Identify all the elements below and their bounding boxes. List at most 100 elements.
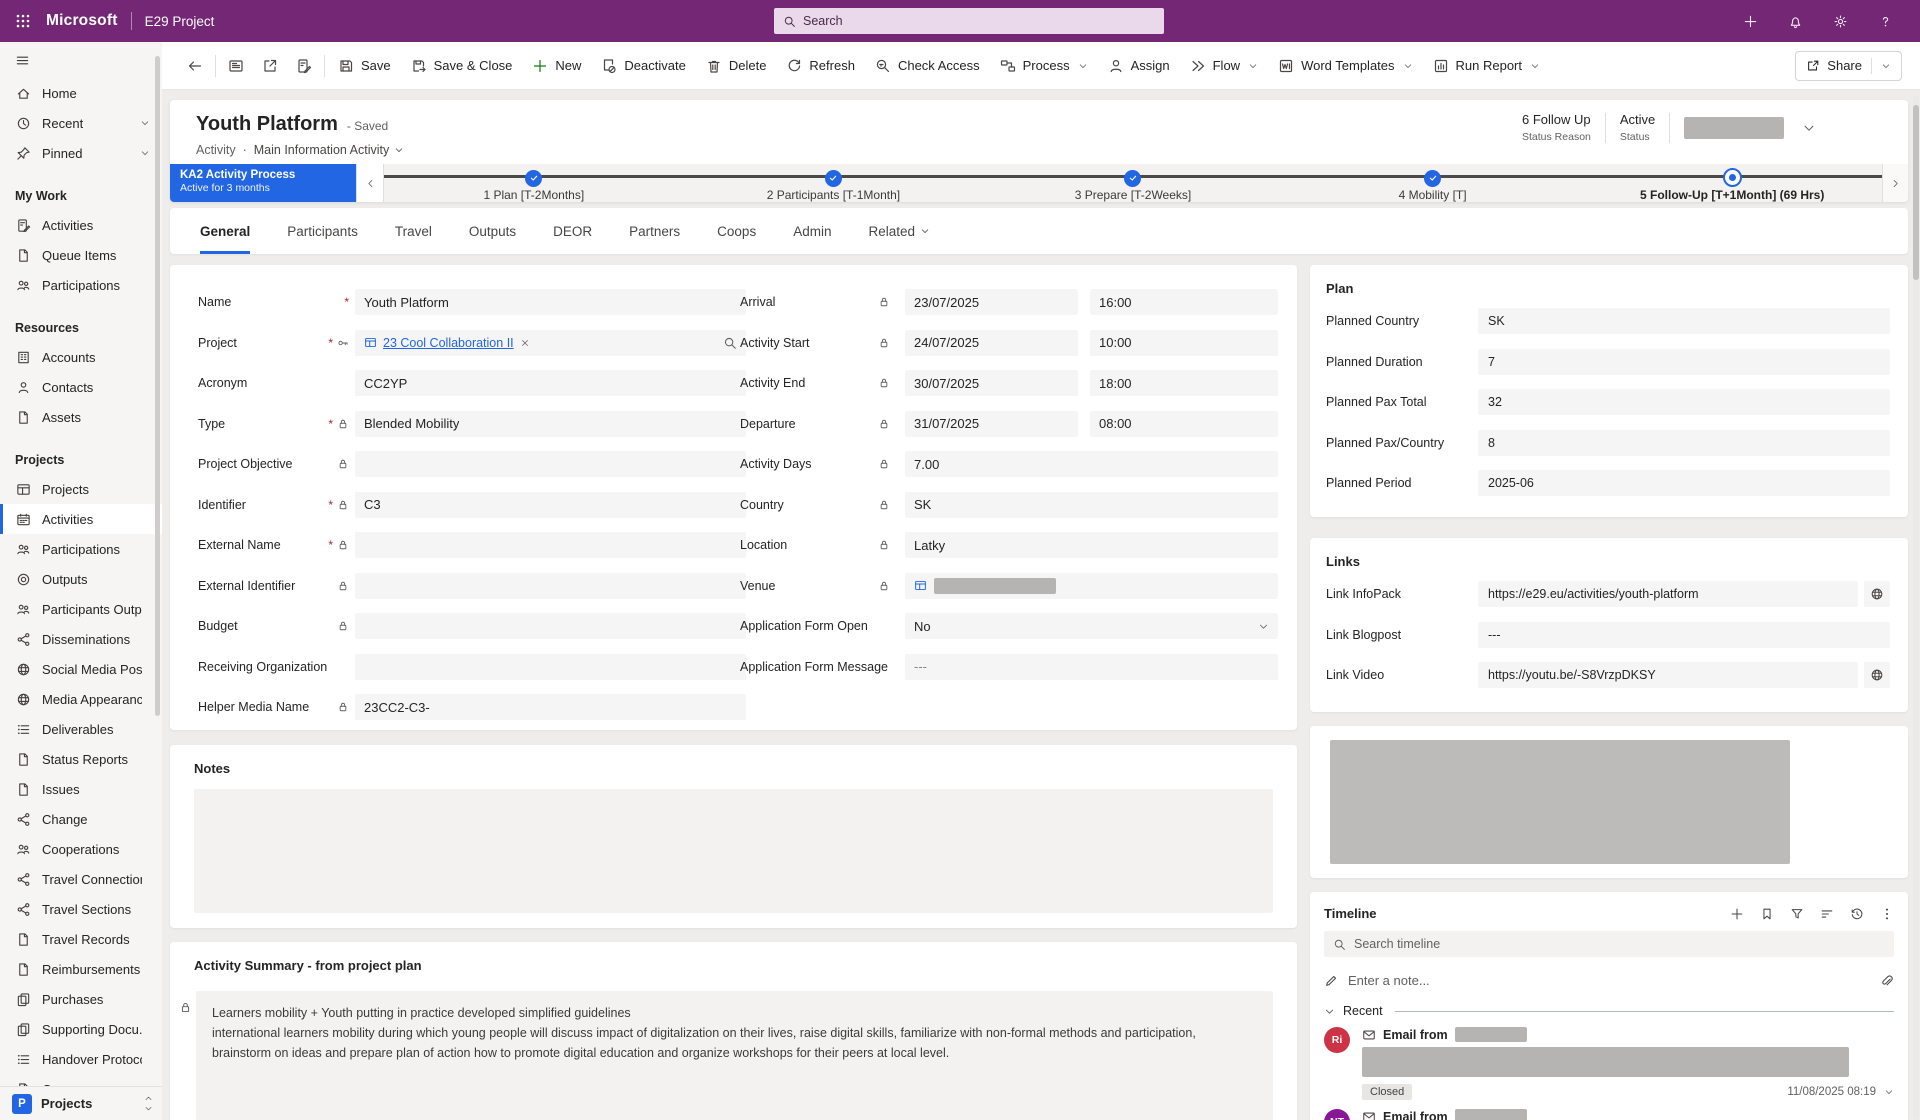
command-button[interactable]: Save: [328, 49, 401, 83]
sidebar-item[interactable]: Status Reports: [0, 744, 162, 774]
sidebar-item[interactable]: Disseminations: [0, 624, 162, 654]
sidebar-item[interactable]: Participants Outp...: [0, 594, 162, 624]
sidebar-item[interactable]: Issues: [0, 774, 162, 804]
tab[interactable]: Related: [868, 208, 930, 254]
timeline-refresh-button[interactable]: [1850, 907, 1864, 921]
sidebar-item[interactable]: Queue Items: [0, 240, 162, 270]
time-input[interactable]: 08:00: [1090, 411, 1278, 437]
tab[interactable]: Travel: [395, 208, 432, 254]
sidebar-item[interactable]: Recent: [0, 108, 162, 138]
sidebar-item[interactable]: Outputs: [0, 564, 162, 594]
sidebar-item[interactable]: Travel Connections: [0, 864, 162, 894]
tab[interactable]: Partners: [629, 208, 680, 254]
field-input[interactable]: ---: [905, 654, 1278, 680]
bpf-stage[interactable]: 4 Mobility [T]: [1283, 164, 1583, 202]
text-input[interactable]: 7: [1478, 349, 1890, 375]
text-input[interactable]: 23 Cool Collaboration II: [355, 330, 746, 356]
sidebar-item[interactable]: Deliverables: [0, 714, 162, 744]
date-input[interactable]: 24/07/2025: [905, 330, 1078, 356]
sidebar-item[interactable]: Cooperations: [0, 834, 162, 864]
sidebar-item[interactable]: Social Media Posts: [0, 654, 162, 684]
sidebar-item[interactable]: Change: [0, 804, 162, 834]
open-link-button[interactable]: [1864, 581, 1890, 607]
chevron-down-icon[interactable]: [140, 118, 150, 128]
sidebar-item[interactable]: Projects: [0, 474, 162, 504]
chevron-down-icon[interactable]: [140, 148, 150, 158]
timeline-note-input[interactable]: Enter a note...: [1324, 969, 1894, 992]
sidebar-item[interactable]: Media Appearances: [0, 684, 162, 714]
url-input[interactable]: ---: [1478, 622, 1890, 648]
sidebar-item[interactable]: Supporting Docu...: [0, 1014, 162, 1044]
chevron-down-icon[interactable]: [1884, 1087, 1894, 1097]
tab[interactable]: Coops: [717, 208, 756, 254]
tab[interactable]: DEOR: [553, 208, 592, 254]
text-input[interactable]: 23CC2-C3-: [355, 694, 746, 720]
bpf-active-stage-chip[interactable]: KA2 Activity Process Active for 3 months: [170, 164, 356, 202]
share-button[interactable]: Share: [1795, 51, 1902, 81]
text-input[interactable]: [355, 613, 746, 639]
settings-button[interactable]: [1825, 6, 1855, 36]
text-input[interactable]: [355, 451, 746, 477]
sidebar-item[interactable]: Home: [0, 78, 162, 108]
lookup-link[interactable]: 23 Cool Collaboration II: [383, 336, 514, 350]
area-switch-chevrons[interactable]: [144, 1094, 153, 1113]
date-input[interactable]: 30/07/2025: [905, 370, 1078, 396]
notifications-button[interactable]: [1780, 6, 1810, 36]
command-button[interactable]: Assign: [1098, 49, 1180, 83]
tab[interactable]: Admin: [793, 208, 831, 254]
text-input[interactable]: SK: [1478, 308, 1890, 334]
time-input[interactable]: 18:00: [1090, 370, 1278, 396]
field-input[interactable]: SK: [905, 492, 1278, 518]
sidebar-collapse-button[interactable]: [0, 42, 162, 78]
quick-create-button[interactable]: [1735, 6, 1765, 36]
form-selector[interactable]: Main Information Activity: [254, 143, 404, 157]
notes-textarea[interactable]: [194, 789, 1273, 913]
open-link-button[interactable]: [1864, 662, 1890, 688]
bpf-stage[interactable]: 1 Plan [T-2Months]: [384, 164, 684, 202]
back-button[interactable]: [178, 49, 212, 83]
command-icon-button[interactable]: [219, 49, 253, 83]
bpf-stage[interactable]: 2 Participants [T-1Month]: [684, 164, 984, 202]
page-scrollbar-thumb[interactable]: [1913, 105, 1919, 280]
sidebar-item[interactable]: Participations: [0, 534, 162, 564]
tab[interactable]: Outputs: [469, 208, 516, 254]
timeline-filter-button[interactable]: [1790, 907, 1804, 921]
field-input[interactable]: No: [905, 613, 1278, 639]
command-button[interactable]: Deactivate: [591, 49, 695, 83]
sidebar-item[interactable]: Pinned: [0, 138, 162, 168]
app-name[interactable]: E29 Project: [145, 14, 215, 29]
text-input[interactable]: C3: [355, 492, 746, 518]
command-icon-button[interactable]: [287, 49, 321, 83]
timeline-sort-button[interactable]: [1820, 907, 1834, 921]
sidebar-item[interactable]: Reimbursements: [0, 954, 162, 984]
chevron-down-icon[interactable]: [1324, 1006, 1335, 1017]
global-search-input[interactable]: Search: [774, 8, 1164, 34]
text-input[interactable]: Blended Mobility: [355, 411, 746, 437]
bpf-previous-button[interactable]: [356, 164, 384, 202]
sidebar-item[interactable]: Activities: [0, 504, 162, 534]
command-button[interactable]: Flow: [1180, 49, 1268, 83]
bpf-stage[interactable]: 5 Follow-Up [T+1Month] (69 Hrs): [1582, 164, 1882, 202]
date-input[interactable]: 31/07/2025: [905, 411, 1078, 437]
sidebar-item[interactable]: Assets: [0, 402, 162, 432]
paperclip-icon[interactable]: [1880, 974, 1894, 988]
field-input[interactable]: Latky: [905, 532, 1278, 558]
timeline-bookmark-button[interactable]: [1760, 907, 1774, 921]
timeline-item[interactable]: Ri Email from Closed 11/08/2025 08:19: [1324, 1027, 1894, 1100]
command-button[interactable]: Delete: [696, 49, 777, 83]
command-button[interactable]: Check Access: [865, 49, 990, 83]
text-input[interactable]: [355, 654, 746, 680]
field-input[interactable]: [905, 573, 1278, 599]
command-button[interactable]: Process: [990, 49, 1098, 83]
time-input[interactable]: 16:00: [1090, 289, 1278, 315]
tab[interactable]: Participants: [287, 208, 358, 254]
text-input[interactable]: [355, 573, 746, 599]
url-input[interactable]: https://youtu.be/-S8VrzpDKSY: [1478, 662, 1858, 688]
command-icon-button[interactable]: [253, 49, 287, 83]
area-switcher[interactable]: P Projects: [0, 1086, 162, 1120]
sidebar-item[interactable]: Purchases: [0, 984, 162, 1014]
search-icon[interactable]: [723, 336, 737, 350]
time-input[interactable]: 10:00: [1090, 330, 1278, 356]
command-button[interactable]: Refresh: [776, 49, 865, 83]
sidebar-item[interactable]: Accounts: [0, 342, 162, 372]
